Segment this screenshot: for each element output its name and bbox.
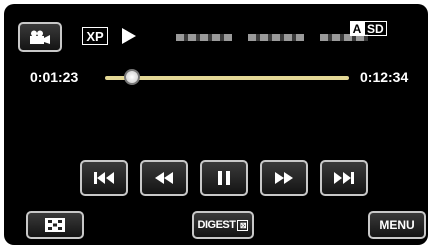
skip-back-icon (94, 172, 114, 184)
pause-icon (218, 171, 230, 185)
skip-forward-button[interactable] (320, 160, 368, 196)
play-state-icon (121, 27, 137, 45)
mode-switch-button[interactable] (18, 22, 62, 52)
media-indicator: A SD (350, 21, 387, 36)
playback-screen: XP A SD 0:01:23 0:12:34 DIGEST ⊠ MENU (4, 4, 428, 245)
total-time: 0:12:34 (360, 69, 409, 85)
digest-mark: ⊠ (237, 219, 249, 231)
index-grid-icon (45, 218, 65, 232)
title-text (176, 34, 368, 41)
seek-bar[interactable] (105, 76, 349, 80)
seek-handle[interactable] (123, 69, 140, 85)
digest-button[interactable]: DIGEST ⊠ (192, 211, 254, 239)
camcorder-icon (30, 30, 50, 44)
index-view-button[interactable] (26, 211, 84, 239)
menu-button[interactable]: MENU (368, 211, 426, 239)
menu-label: MENU (379, 218, 415, 232)
rewind-icon (155, 172, 173, 184)
media-a-label: A (350, 21, 364, 36)
fast-forward-icon (275, 172, 293, 184)
pause-button[interactable] (200, 160, 248, 196)
quality-badge: XP (82, 27, 108, 45)
fast-forward-button[interactable] (260, 160, 308, 196)
digest-label: DIGEST (197, 219, 236, 231)
skip-forward-icon (334, 172, 354, 184)
skip-back-button[interactable] (80, 160, 128, 196)
elapsed-time: 0:01:23 (30, 69, 79, 85)
rewind-button[interactable] (140, 160, 188, 196)
media-sd-label: SD (364, 21, 387, 36)
